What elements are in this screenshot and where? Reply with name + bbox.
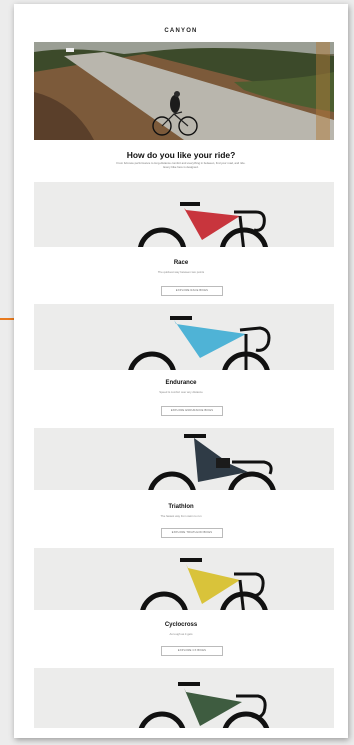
endurance-description: Speed & comfort over any distance	[159, 390, 203, 394]
cyclocross-bike-image[interactable]	[34, 548, 334, 610]
intro-note: Every bike here is designed.	[163, 165, 199, 169]
triathlon-explore-button[interactable]: EXPLORE TRIATHLON BIKES	[161, 528, 223, 538]
brand-logo[interactable]: CANYON	[14, 28, 348, 34]
gravel-bike-image[interactable]	[34, 668, 334, 728]
triathlon-title: Triathlon	[168, 504, 194, 510]
triathlon-bike-image[interactable]	[34, 428, 334, 490]
race-bike-image[interactable]	[34, 182, 334, 247]
race-description: The quickest way between two points	[157, 270, 205, 274]
cyclocross-explore-button[interactable]: EXPLORE CX BIKES	[161, 646, 223, 656]
intro-text: From full-race performance to long-dista…	[14, 161, 348, 169]
cyclocross-title: Cyclocross	[164, 622, 198, 628]
hero-image	[34, 42, 334, 140]
endurance-explore-button[interactable]: EXPLORE ENDURANCE BIKES	[161, 406, 223, 416]
web-page: CANYON How do you like your ride? From f…	[14, 4, 348, 738]
triathlon-description: The fastest way from swim to run	[160, 514, 202, 518]
cyclocross-description: As tough as it gets	[169, 632, 193, 636]
intro-title: How do you like your ride?	[126, 150, 236, 160]
race-title: Race	[173, 260, 189, 266]
endurance-bike-image[interactable]	[34, 304, 334, 370]
race-explore-button[interactable]: EXPLORE RACE BIKES	[161, 286, 223, 296]
endurance-title: Endurance	[165, 380, 197, 386]
